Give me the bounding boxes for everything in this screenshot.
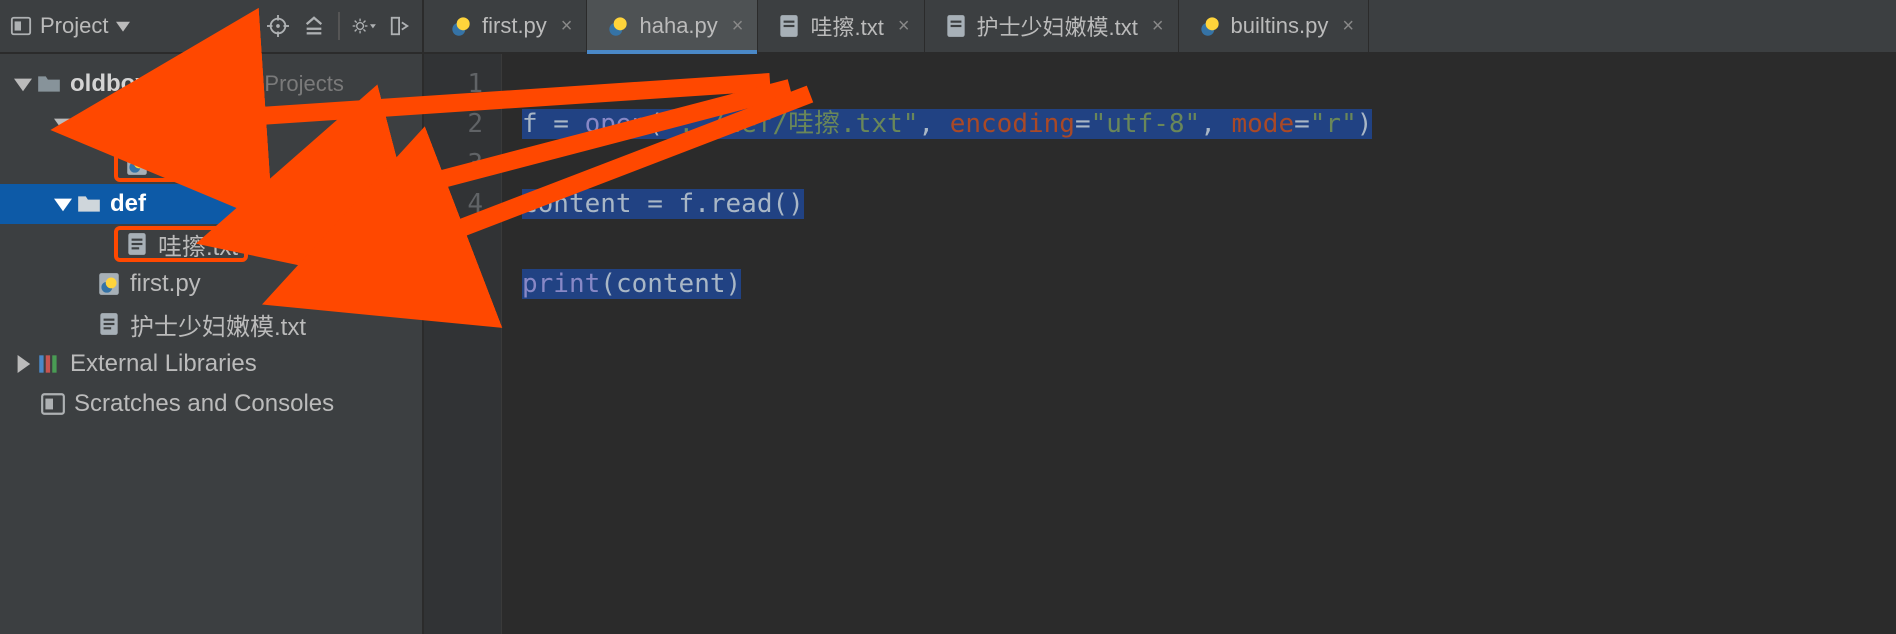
line-number: 3 bbox=[424, 144, 483, 184]
sidebar-title: Project bbox=[40, 13, 108, 39]
code-line: print(content) bbox=[522, 264, 1896, 304]
tree-label: oldboy bbox=[70, 70, 149, 98]
tree-file-first[interactable]: first.py bbox=[0, 264, 422, 304]
tree-path: ~/PycharmProjects bbox=[159, 71, 344, 97]
annotation-box: haha.py bbox=[114, 146, 253, 182]
chevron-down-icon bbox=[54, 115, 72, 133]
tree-folder-abc[interactable]: abc bbox=[0, 104, 422, 144]
sidebar-header: Project bbox=[0, 0, 422, 54]
folder-icon bbox=[76, 111, 102, 137]
project-sidebar: Project oldboy ~/PycharmProjects bbox=[0, 0, 424, 634]
gutter: 1 2 3 4 bbox=[424, 54, 502, 634]
folder-icon bbox=[76, 191, 102, 217]
code-line: f = open("../def/哇擦.txt", encoding="utf-… bbox=[522, 104, 1896, 144]
annotation-box: 哇擦.txt bbox=[114, 226, 248, 262]
python-file-icon bbox=[1197, 13, 1223, 39]
collapse-all-icon[interactable] bbox=[302, 14, 326, 38]
hide-icon[interactable] bbox=[388, 14, 412, 38]
tree-label: def bbox=[110, 190, 146, 218]
close-icon[interactable]: × bbox=[1152, 15, 1164, 38]
chevron-down-icon bbox=[54, 195, 72, 213]
tree-external-libraries[interactable]: External Libraries bbox=[0, 344, 422, 384]
scratches-icon bbox=[40, 391, 66, 417]
code-editor[interactable]: f = open("../def/哇擦.txt", encoding="utf-… bbox=[502, 54, 1896, 634]
tab-txt2[interactable]: 护士少妇嫩模.txt × bbox=[925, 0, 1179, 52]
tree-label: haha.py bbox=[158, 150, 243, 178]
folder-icon bbox=[36, 71, 62, 97]
close-icon[interactable]: × bbox=[1342, 15, 1354, 38]
locate-icon[interactable] bbox=[266, 14, 290, 38]
text-file-icon bbox=[96, 311, 122, 337]
editor-tabbar: first.py × haha.py × 哇擦.txt × 护士少妇嫩模.txt… bbox=[424, 0, 1896, 54]
close-icon[interactable]: × bbox=[732, 15, 744, 38]
tab-first[interactable]: first.py × bbox=[430, 0, 587, 52]
tree-file-haha[interactable]: haha.py bbox=[0, 144, 422, 184]
tree-folder-def[interactable]: def bbox=[0, 184, 422, 224]
tab-label: haha.py bbox=[639, 13, 717, 39]
code-line: content = f.read() bbox=[522, 184, 1896, 224]
tab-label: 护士少妇嫩模.txt bbox=[977, 10, 1138, 42]
close-icon[interactable]: × bbox=[561, 15, 573, 38]
project-tree[interactable]: oldboy ~/PycharmProjects abc haha.py bbox=[0, 54, 422, 634]
tree-file-wacha[interactable]: 哇擦.txt bbox=[0, 224, 422, 264]
chevron-down-icon bbox=[14, 75, 32, 93]
tree-label: 护士少妇嫩模.txt bbox=[130, 307, 306, 342]
tree-label: abc bbox=[110, 110, 149, 138]
tab-wacha[interactable]: 哇擦.txt × bbox=[758, 0, 924, 52]
library-icon bbox=[36, 351, 62, 377]
tree-label: first.py bbox=[130, 270, 201, 298]
toolbar-separator bbox=[338, 12, 340, 40]
tab-label: 哇擦.txt bbox=[810, 10, 883, 42]
editor-area: first.py × haha.py × 哇擦.txt × 护士少妇嫩模.txt… bbox=[424, 0, 1896, 634]
project-selector[interactable]: Project bbox=[10, 13, 130, 39]
line-number: 4 bbox=[424, 184, 483, 224]
project-window-icon bbox=[10, 15, 32, 37]
python-file-icon bbox=[124, 151, 150, 177]
text-file-icon bbox=[124, 231, 150, 257]
tree-label: Scratches and Consoles bbox=[74, 390, 334, 418]
line-number: 1 bbox=[424, 64, 483, 104]
tab-haha[interactable]: haha.py × bbox=[587, 0, 758, 52]
tab-label: builtins.py bbox=[1231, 13, 1329, 39]
text-file-icon bbox=[943, 13, 969, 39]
sidebar-toolbar bbox=[266, 12, 412, 40]
tab-label: first.py bbox=[482, 13, 547, 39]
python-file-icon bbox=[605, 13, 631, 39]
tab-builtins[interactable]: builtins.py × bbox=[1179, 0, 1370, 52]
python-file-icon bbox=[448, 13, 474, 39]
tree-file-txt2[interactable]: 护士少妇嫩模.txt bbox=[0, 304, 422, 344]
chevron-right-icon bbox=[14, 355, 32, 373]
tree-label: External Libraries bbox=[70, 350, 257, 378]
tree-root-oldboy[interactable]: oldboy ~/PycharmProjects bbox=[0, 64, 422, 104]
editor-body: 1 2 3 4 f = open("../def/哇擦.txt", encodi… bbox=[424, 54, 1896, 634]
line-number: 2 bbox=[424, 104, 483, 144]
app-root: Project oldboy ~/PycharmProjects bbox=[0, 0, 1896, 634]
python-file-icon bbox=[96, 271, 122, 297]
gear-icon[interactable] bbox=[352, 14, 376, 38]
text-file-icon bbox=[776, 13, 802, 39]
close-icon[interactable]: × bbox=[898, 15, 910, 38]
tree-label: 哇擦.txt bbox=[158, 227, 238, 262]
dropdown-arrow-icon bbox=[116, 19, 130, 33]
tree-scratches[interactable]: Scratches and Consoles bbox=[0, 384, 422, 424]
